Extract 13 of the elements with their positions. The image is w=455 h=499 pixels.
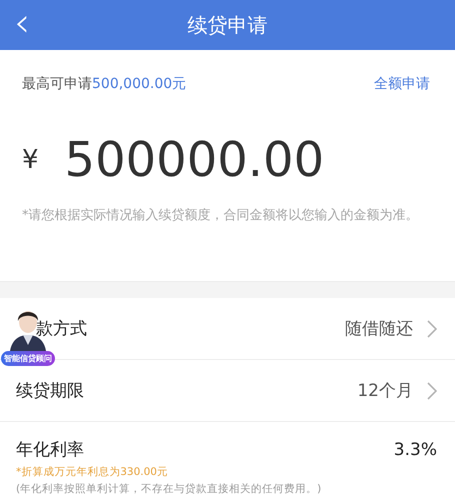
assistant-badge[interactable]: 智能信贷顾问 [1,351,55,366]
rate-label: 年化利率 [16,439,84,461]
max-limit-text: 最高可申请500,000.00元 [22,75,186,93]
amount-field[interactable]: ¥ 500000.00 [22,118,433,202]
chevron-icon [427,382,437,400]
page-title: 续贷申请 [188,12,268,38]
chevron-icon [427,320,437,338]
rate-footnote: (年化利率按照单利计算，不存在与贷款直接相关的任何费用。) [16,482,322,496]
rate-value: 3.3% [394,440,437,460]
full-amount-link[interactable]: 全额申请 [374,75,430,93]
note-text: *请您根据实际情况输入续贷额度，合同金额将以您输入的金额为准。 [22,207,420,225]
back-button[interactable]: ‹ [14,2,30,44]
interest-hint: *折算成万元年利息为330.00元 [16,465,169,479]
